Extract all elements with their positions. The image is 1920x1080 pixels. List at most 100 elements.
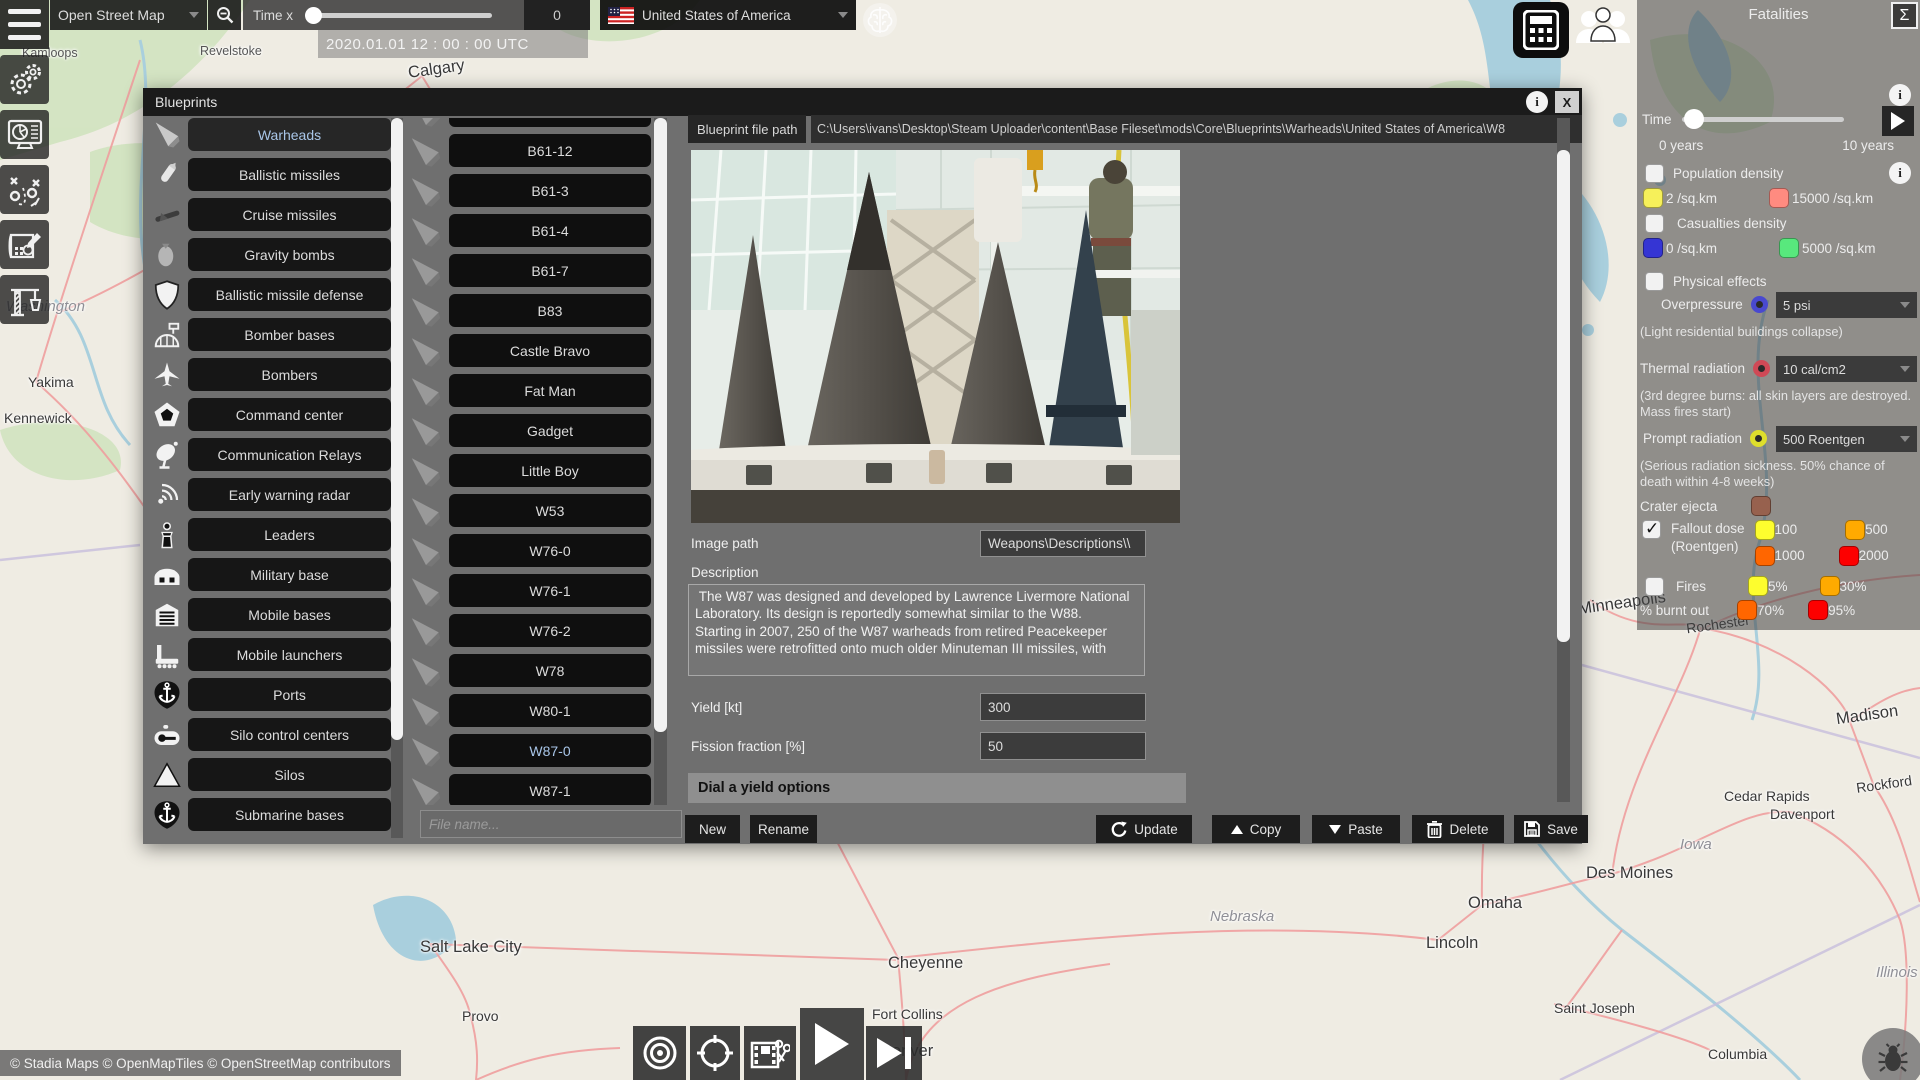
casualties-density-checkbox[interactable]	[1645, 214, 1664, 233]
blueprints-dialog-titlebar[interactable]: Blueprints	[143, 88, 1582, 116]
description-textarea[interactable]: The W87 was designed and developed by La…	[688, 584, 1145, 676]
blueprint-item-button[interactable]: B61-12	[449, 134, 651, 167]
paste-button[interactable]: Paste	[1312, 815, 1400, 843]
category-button[interactable]: Bomber bases	[188, 318, 391, 351]
thermal-dropdown[interactable]: 10 cal/cm2	[1776, 356, 1917, 382]
rename-button[interactable]: Rename	[750, 815, 817, 843]
blueprint-item-button[interactable]: B61-7	[449, 254, 651, 287]
category-button[interactable]: Bombers	[188, 358, 391, 391]
scrollbar-thumb[interactable]	[1557, 150, 1570, 642]
country-dropdown[interactable]: United States of America	[600, 0, 856, 30]
target-marker-button[interactable]	[633, 1026, 686, 1080]
new-button[interactable]: New	[685, 815, 740, 843]
category-button[interactable]: Ballistic missiles	[188, 158, 391, 191]
warhead-photo	[691, 150, 1180, 523]
category-button[interactable]: Submarine bases	[188, 798, 391, 831]
copy-button[interactable]: Copy	[1212, 815, 1300, 843]
menu-button[interactable]	[0, 0, 49, 49]
blueprint-item-button[interactable]: W87-1	[449, 774, 651, 805]
statistics-button[interactable]	[0, 110, 49, 159]
physical-effects-checkbox[interactable]	[1645, 272, 1664, 291]
category-label: Ballistic missile defense	[215, 286, 364, 303]
time-speed-slider[interactable]	[305, 6, 492, 24]
warhead-cone-icon	[403, 614, 449, 648]
fires-checkbox[interactable]	[1645, 576, 1664, 596]
blueprint-item-button[interactable]: Fat Man	[449, 374, 651, 407]
fatalities-play-button[interactable]	[1882, 106, 1914, 136]
category-button[interactable]: Ports	[188, 678, 391, 711]
prompt-dropdown[interactable]: 500 Roentgen	[1776, 426, 1917, 452]
population-density-checkbox[interactable]	[1645, 163, 1664, 183]
category-button[interactable]: Communication Relays	[188, 438, 391, 471]
scrollbar-thumb[interactable]	[391, 118, 403, 740]
scrollbar-thumb[interactable]	[654, 118, 667, 732]
category-button[interactable]: Mobile bases	[188, 598, 391, 631]
crosshair-button[interactable]	[690, 1026, 740, 1080]
dial-a-yield-header[interactable]: Dial a yield options	[688, 773, 1186, 803]
construction-button[interactable]	[0, 275, 49, 324]
category-label: Leaders	[264, 526, 315, 543]
record-video-button[interactable]	[744, 1026, 796, 1080]
yield-input[interactable]: 300	[980, 693, 1146, 721]
fatalities-time-slider[interactable]	[1681, 109, 1844, 129]
blueprint-item-button[interactable]: W80-1	[449, 694, 651, 727]
category-scrollbar[interactable]	[391, 118, 403, 838]
blueprint-item-button[interactable]: W53	[449, 494, 651, 527]
blueprint-item-button[interactable]: W76-2	[449, 614, 651, 647]
category-button[interactable]: Military base	[188, 558, 391, 591]
fires-5-value: 5%	[1768, 578, 1788, 594]
category-button[interactable]: Leaders	[188, 518, 391, 551]
save-button[interactable]: Save	[1514, 815, 1588, 843]
time-info-button[interactable]: i	[1889, 84, 1911, 106]
category-button[interactable]: Early warning radar	[188, 478, 391, 511]
update-button[interactable]: Update	[1096, 815, 1192, 843]
category-button[interactable]: Gravity bombs	[188, 238, 391, 271]
blueprint-item-button[interactable]: Gadget	[449, 414, 651, 447]
skip-forward-button[interactable]	[866, 1026, 922, 1080]
category-button[interactable]: Command center	[188, 398, 391, 431]
category-button[interactable]: Mobile launchers	[188, 638, 391, 671]
fission-fraction-input[interactable]: 50	[980, 732, 1146, 760]
category-button[interactable]: Cruise missiles	[188, 198, 391, 231]
settings-button[interactable]	[0, 55, 49, 104]
overpressure-dropdown[interactable]: 5 psi	[1776, 292, 1917, 318]
blueprint-item-button[interactable]: Castle Bravo	[449, 334, 651, 367]
file-name-input[interactable]	[420, 810, 682, 838]
item-scrollbar[interactable]	[654, 118, 667, 805]
play-button[interactable]	[800, 1008, 864, 1080]
category-button[interactable]: Ballistic missile defense	[188, 278, 391, 311]
blueprint-item-button[interactable]: Little Boy	[449, 454, 651, 487]
fatalities-time-thumb[interactable]	[1683, 109, 1704, 129]
designer-button[interactable]	[0, 220, 49, 269]
blueprint-item-button[interactable]: W76-0	[449, 534, 651, 567]
dialog-close-button[interactable]: X	[1555, 91, 1579, 113]
ai-brain-button[interactable]	[861, 1, 899, 39]
delete-button[interactable]: Delete	[1412, 815, 1504, 843]
blueprint-item-button[interactable]: B61-4	[449, 214, 651, 247]
fallout-dose-checkbox[interactable]	[1642, 519, 1661, 539]
map-style-dropdown[interactable]: Open Street Map	[50, 0, 207, 30]
category-row: Ballistic missiles	[146, 158, 391, 191]
blueprint-item-button[interactable]: B61-11	[449, 118, 651, 127]
category-row: Military base	[146, 558, 391, 591]
blueprint-item-button[interactable]: W87-0	[449, 734, 651, 767]
population-button[interactable]	[1572, 0, 1634, 58]
bug-report-button[interactable]	[1862, 1028, 1920, 1080]
population-info-button[interactable]: i	[1889, 162, 1911, 184]
calculator-button[interactable]	[1513, 2, 1569, 58]
blueprint-item-button[interactable]: W78	[449, 654, 651, 687]
strategy-button[interactable]	[0, 165, 49, 214]
dialog-info-button[interactable]: i	[1526, 91, 1548, 113]
category-button[interactable]: Warheads	[188, 118, 391, 151]
blueprint-item-button[interactable]: B61-3	[449, 174, 651, 207]
search-button[interactable]	[208, 0, 241, 30]
time-speed-slider-thumb[interactable]	[305, 6, 322, 24]
category-button[interactable]: Silos	[188, 758, 391, 791]
image-path-input[interactable]: Weapons\Descriptions\\	[980, 530, 1146, 557]
panel-scrollbar[interactable]	[1557, 118, 1570, 802]
sum-button[interactable]: Σ	[1891, 2, 1918, 29]
file-path-value[interactable]: C:\Users\ivans\Desktop\Steam Uploader\co…	[811, 115, 1582, 143]
blueprint-item-button[interactable]: W76-1	[449, 574, 651, 607]
blueprint-item-button[interactable]: B83	[449, 294, 651, 327]
category-button[interactable]: Silo control centers	[188, 718, 391, 751]
